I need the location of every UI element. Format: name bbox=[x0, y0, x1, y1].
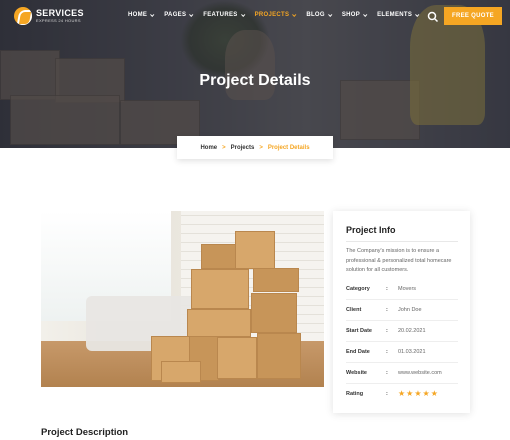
star-icon: ★ bbox=[430, 389, 438, 398]
breadcrumb-separator: > bbox=[222, 144, 226, 151]
website-link[interactable]: www.website.com bbox=[398, 370, 442, 376]
menu-item-blog[interactable]: BLOG bbox=[306, 12, 333, 18]
breadcrumb-home[interactable]: Home bbox=[200, 145, 217, 151]
brand-name: SERVICES bbox=[36, 8, 84, 18]
menu-item-shop[interactable]: SHOP bbox=[342, 12, 368, 18]
chevron-down-icon bbox=[292, 12, 297, 17]
rating-stars: ★ ★ ★ ★ ★ bbox=[398, 390, 439, 398]
main-menu: HOME PAGES FEATURES PROJECTS BLOG SHOP E… bbox=[128, 12, 429, 18]
breadcrumb-projects[interactable]: Projects bbox=[231, 145, 255, 151]
info-row-client: Client : John Doe bbox=[346, 307, 422, 313]
chevron-down-icon bbox=[240, 12, 245, 17]
project-info-title: Project Info bbox=[346, 225, 396, 235]
divider bbox=[346, 241, 458, 242]
menu-item-home[interactable]: HOME bbox=[128, 12, 155, 18]
info-row-category: Category : Movers bbox=[346, 286, 417, 292]
star-icon: ★ bbox=[406, 389, 414, 398]
section-title: Project Description bbox=[41, 427, 129, 438]
star-icon: ★ bbox=[422, 389, 430, 398]
info-row-website: Website : www.website.com bbox=[346, 370, 442, 376]
info-row-start-date: Start Date : 20.02.2021 bbox=[346, 328, 426, 334]
chevron-down-icon bbox=[363, 12, 368, 17]
free-quote-button[interactable]: FREE QUOTE bbox=[444, 7, 502, 25]
page-title: Project Details bbox=[199, 72, 311, 89]
logo-icon bbox=[14, 7, 32, 25]
info-row-rating: Rating : ★ ★ ★ ★ ★ bbox=[346, 389, 439, 398]
chevron-down-icon bbox=[150, 12, 155, 17]
chevron-down-icon bbox=[415, 12, 420, 17]
menu-item-pages[interactable]: PAGES bbox=[164, 12, 194, 18]
breadcrumb: Home > Projects > Project Details bbox=[177, 136, 333, 159]
project-image bbox=[41, 211, 324, 387]
search-icon[interactable] bbox=[427, 10, 439, 23]
chevron-down-icon bbox=[327, 12, 333, 17]
project-info-description: The Company's mission is to ensure a pro… bbox=[346, 248, 452, 273]
brand-logo[interactable]: SERVICES EXPRESS 24 HOURS bbox=[14, 7, 84, 25]
top-navigation: SERVICES EXPRESS 24 HOURS HOME PAGES FEA… bbox=[0, 0, 510, 32]
star-icon: ★ bbox=[414, 389, 422, 398]
brand-tagline: EXPRESS 24 HOURS bbox=[36, 18, 81, 23]
menu-item-elements[interactable]: ELEMENTS bbox=[377, 12, 420, 18]
info-row-end-date: End Date : 01.03.2021 bbox=[346, 349, 426, 355]
project-info-card: Project Info The Company's mission is to… bbox=[333, 211, 470, 413]
menu-item-features[interactable]: FEATURES bbox=[203, 12, 245, 18]
chevron-down-icon bbox=[189, 12, 194, 17]
breadcrumb-separator: > bbox=[259, 144, 263, 151]
menu-item-projects[interactable]: PROJECTS bbox=[255, 12, 297, 18]
breadcrumb-current: Project Details bbox=[267, 144, 310, 151]
star-icon: ★ bbox=[398, 389, 406, 398]
